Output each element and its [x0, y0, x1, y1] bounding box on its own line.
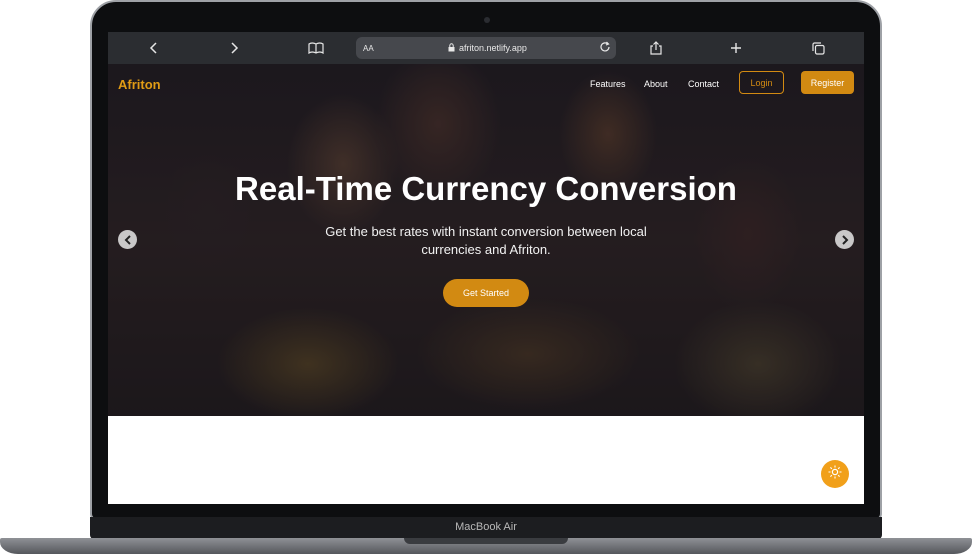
- hero-subtitle: Get the best rates with instant conversi…: [325, 224, 647, 257]
- reader-aa[interactable]: AA: [363, 44, 374, 53]
- reload-icon[interactable]: [599, 41, 611, 55]
- register-button[interactable]: Register: [801, 71, 854, 94]
- url-text: afriton.netlify.app: [459, 43, 527, 53]
- laptop-notch: [404, 538, 568, 544]
- plus-icon[interactable]: [720, 32, 752, 64]
- share-icon[interactable]: [640, 32, 672, 64]
- nav-about[interactable]: About: [644, 79, 668, 89]
- address-bar[interactable]: AA afriton.netlify.app: [356, 37, 616, 59]
- theme-toggle-button[interactable]: [821, 460, 849, 488]
- lock-icon: [448, 43, 455, 54]
- tabs-icon[interactable]: [802, 32, 834, 64]
- nav-contact[interactable]: Contact: [688, 79, 719, 89]
- book-icon[interactable]: [300, 32, 332, 64]
- nav-features[interactable]: Features: [590, 79, 626, 89]
- laptop-base: MacBook Air: [0, 517, 972, 558]
- carousel-prev-button[interactable]: [118, 230, 137, 249]
- brand-logo[interactable]: Afriton: [118, 77, 161, 92]
- get-started-button[interactable]: Get Started: [443, 279, 529, 307]
- hero-title: Real-Time Currency Conversion: [235, 170, 737, 207]
- sun-icon: [828, 465, 842, 484]
- screen: AA afriton.netlify.app Afriton Features …: [108, 32, 864, 504]
- hero-section: Afriton Features About Contact Login Reg…: [108, 64, 864, 416]
- camera-icon: [484, 17, 490, 23]
- forward-icon[interactable]: [218, 32, 250, 64]
- device-label: MacBook Air: [455, 521, 517, 533]
- login-button[interactable]: Login: [739, 71, 784, 94]
- browser-toolbar: AA afriton.netlify.app: [108, 32, 864, 64]
- back-icon[interactable]: [138, 32, 170, 64]
- carousel-next-button[interactable]: [835, 230, 854, 249]
